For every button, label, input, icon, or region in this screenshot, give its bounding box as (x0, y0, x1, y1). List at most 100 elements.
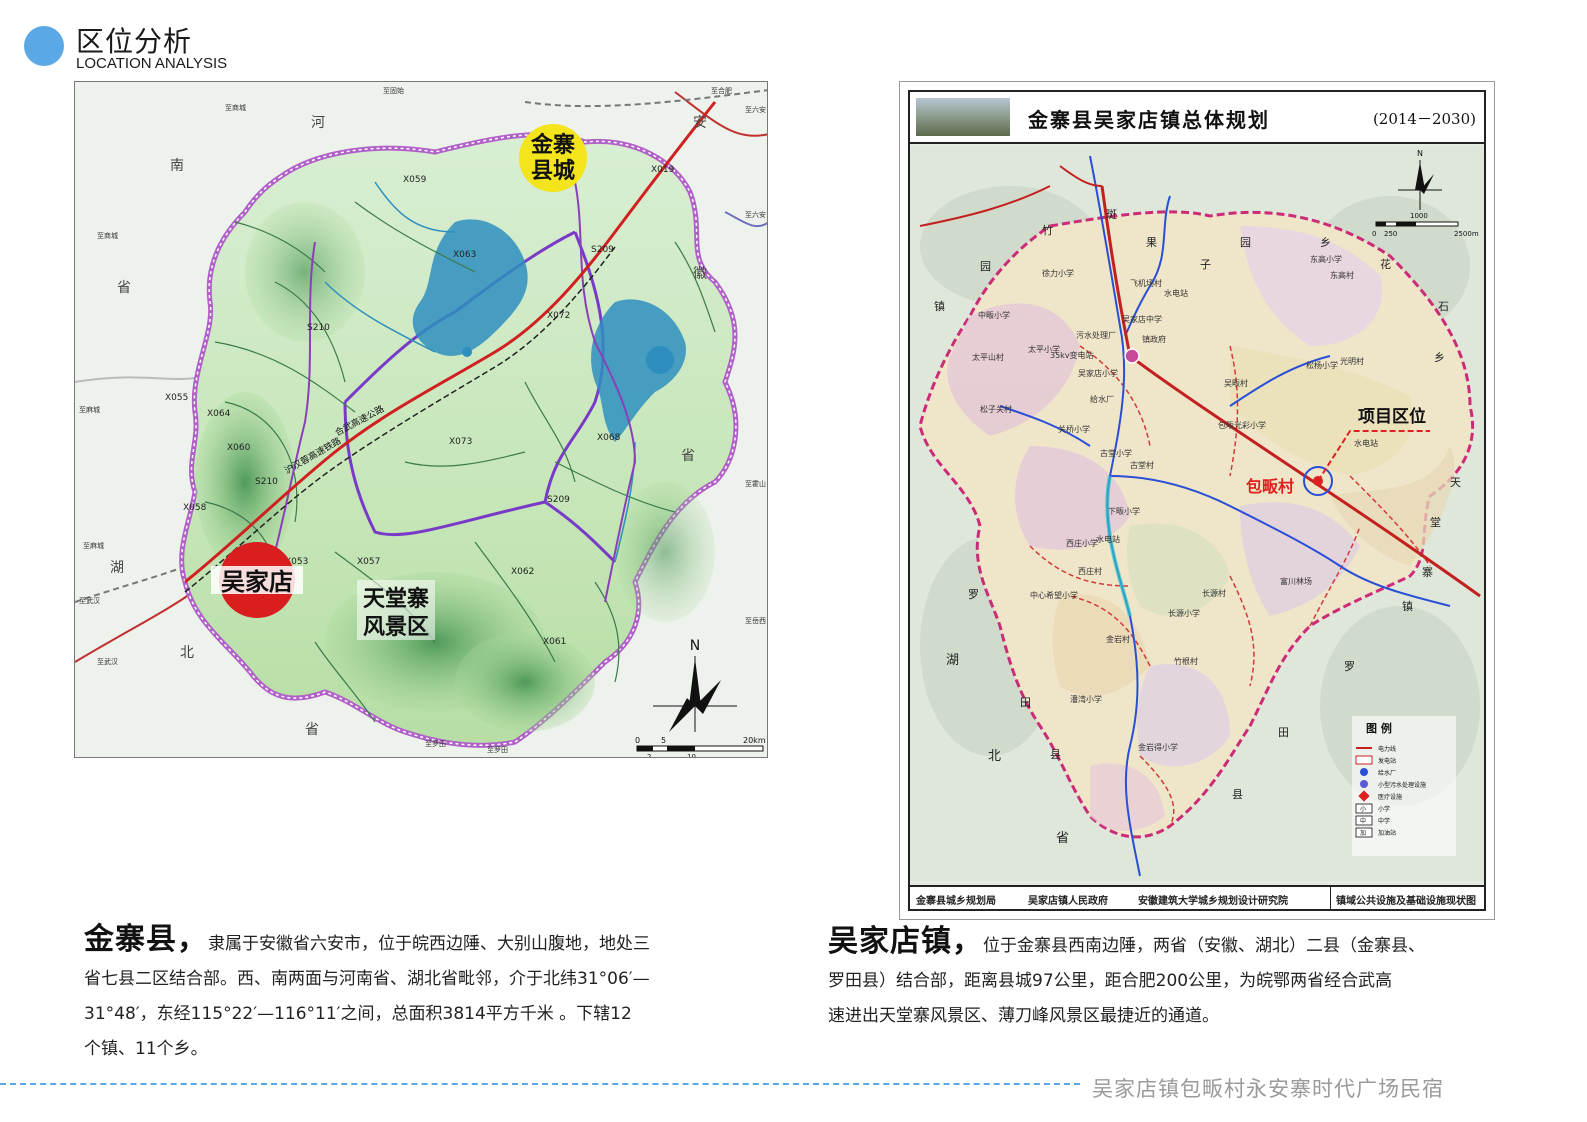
henan-label-1: 河 (311, 115, 325, 131)
place-label: 下畈小学 (1108, 506, 1140, 516)
place-label: 镇政府 (1142, 334, 1166, 344)
anhui-label-1: 安 (693, 115, 707, 131)
road-label: S210 (307, 323, 330, 333)
jinzhai-line: 个镇、11个乡。 (84, 1039, 208, 1059)
neighbor-label: 省 (1056, 831, 1069, 846)
edge-label: 至罗田 (487, 746, 508, 754)
place-label: 西庄小学 (1066, 538, 1098, 548)
road-label: X068 (597, 433, 621, 443)
henan-label-3: 省 (117, 280, 131, 296)
road-label: X058 (183, 503, 207, 513)
footer-divider (0, 1083, 1080, 1085)
town-plan-map-frame: 金寨县吴家店镇总体规划 (2014－2030) 项目区位 包畈村 斑 竹 园 果… (899, 81, 1495, 920)
county-seat-label-1: 金寨 (530, 132, 575, 158)
place-label: 中心希望小学 (1030, 590, 1078, 600)
legend-item: 发电站 (1378, 757, 1396, 765)
plan-title-photo (916, 98, 1010, 136)
jinzhai-line: 31°48′，东经115°22′—116°11′之间，总面积3814平方千米 。… (84, 1004, 632, 1024)
neighbor-label: 湖 (946, 653, 959, 668)
place-label: 长源村 (1202, 588, 1226, 598)
place-label: 吴畈村 (1224, 378, 1248, 388)
plan-title-bar: 金寨县吴家店镇总体规划 (2014－2030) (910, 92, 1484, 144)
place-label: 松杨小学 (1306, 360, 1338, 370)
legend-swatch-power-station (1355, 755, 1373, 765)
scale-sub-tick: 10 (687, 753, 696, 758)
plan-title: 金寨县吴家店镇总体规划 (1028, 108, 1270, 132)
place-label: 东高小学 (1310, 254, 1342, 264)
scale-tick: 0 (1372, 230, 1376, 238)
scale-tick: 0 (635, 736, 640, 745)
legend-swatch-water-plant (1360, 768, 1368, 776)
scale-tick: 250 (1384, 230, 1397, 238)
neighbor-label: 竹 (1042, 223, 1053, 237)
place-label: 35kv变电站 (1050, 350, 1094, 360)
map-legend: 图 例 电力线 发电站 给水厂 小型污水处理设施 医疗设施 小 小学 中 中学 … (1352, 716, 1456, 856)
legend-symbol: 中 (1360, 817, 1366, 825)
place-label: 长源小学 (1168, 608, 1200, 618)
reservoir-lake (646, 346, 674, 374)
header-dot-icon (24, 26, 64, 66)
wujiadian-line: 速进出天堂寨风景区、薄刀峰风景区最捷近的通道。 (828, 1006, 1219, 1026)
legend-item: 医疗设施 (1378, 793, 1402, 801)
edge-label: 至商城 (225, 103, 246, 112)
place-label: 吴家店小学 (1078, 368, 1118, 378)
neighbor-label: 罗 (1344, 660, 1355, 673)
town-plan-map: 金寨县吴家店镇总体规划 (2014－2030) 项目区位 包畈村 斑 竹 园 果… (908, 90, 1486, 911)
road-label: X073 (449, 437, 472, 447)
plan-footer-map-name: 镇域公共设施及基础设施现状图 (1336, 896, 1476, 907)
neighbor-label: 园 (1240, 236, 1251, 249)
legend-title: 图 例 (1366, 721, 1392, 735)
road-label: S209 (547, 495, 570, 505)
jinzhai-line: 隶属于安徽省六安市，位于皖西边陲、大别山腹地，地处三 (208, 934, 650, 954)
road-label: X060 (227, 443, 251, 453)
page-subtitle: LOCATION ANALYSIS (76, 55, 228, 72)
scale-sub-tick: 2 (647, 753, 651, 758)
edge-label: 至商城 (97, 231, 118, 240)
hubei-label-3: 省 (305, 722, 319, 738)
plan-years: (2014－2030) (1372, 110, 1476, 128)
county-map-svg: 河 南 省 湖 北 省 安 徽 省 S210 S209 X059 X063 X0… (75, 82, 767, 758)
legend-swatch-sewage (1360, 780, 1368, 788)
wujiadian-lead: 吴家店镇， (828, 924, 983, 959)
town-map-svg: 项目区位 包畈村 斑 竹 园 果 子 园 乡 花 石 乡 天 堂 寨 镇 罗 田… (910, 146, 1484, 881)
hubei-label-2: 北 (180, 645, 194, 661)
neighbor-label: 子 (1200, 258, 1211, 271)
neighbor-label: 县 (1232, 788, 1243, 801)
jinzhai-line: 省七县二区结合部。西、南两面与河南省、湖北省毗邻，介于北纬31°06′— (84, 969, 650, 989)
place-label: 竹根村 (1174, 656, 1198, 666)
legend-item: 小型污水处理设施 (1378, 781, 1426, 789)
neighbor-label: 乡 (1434, 351, 1445, 364)
plan-footer-org: 安徽建筑大学城乡规划设计研究院 (1138, 896, 1288, 907)
neighbor-label: 罗 (968, 588, 979, 601)
place-label: 徐力小学 (1042, 268, 1074, 278)
legend-item: 中学 (1378, 817, 1390, 825)
jinzhai-description: 金寨县，隶属于安徽省六安市，位于皖西边陲、大别山腹地，地处三 省七县二区结合部。… (84, 922, 764, 1067)
road-label: S210 (255, 477, 278, 487)
place-label: 古堂小学 (1100, 448, 1132, 458)
road-label: X057 (357, 557, 380, 567)
place-label: 太平山村 (972, 352, 1004, 362)
neighbor-label: 县 (1050, 748, 1061, 761)
place-label: 污水处理厂 (1076, 330, 1116, 340)
road-label: X061 (543, 637, 566, 647)
jinzhai-lead: 金寨县， (84, 922, 208, 957)
neighbor-label: 石 (1438, 300, 1449, 313)
place-label: 水电站 (1164, 288, 1188, 298)
town-center-marker (1124, 348, 1140, 364)
scale-tick: 20km (743, 736, 766, 745)
road-label: S209 (591, 245, 614, 255)
henan-label-2: 南 (170, 158, 184, 174)
edge-label: 至六安 (745, 210, 766, 219)
edge-label: 至岳西 (745, 617, 766, 625)
mountain-northwest (245, 202, 365, 342)
wujiadian-label: 吴家店 (221, 568, 293, 596)
plan-footer-divider (1330, 887, 1331, 909)
neighbor-label: 镇 (1402, 599, 1413, 613)
edge-label: 至武汉 (79, 596, 100, 605)
mountain-south (455, 632, 595, 732)
edge-label: 至武汉 (97, 657, 118, 666)
plan-footer: 金寨县城乡规划局 吴家店镇人民政府 安徽建筑大学城乡规划设计研究院 镇域公共设施… (910, 885, 1484, 909)
plan-footer-org: 吴家店镇人民政府 (1028, 896, 1108, 907)
north-arrow-label: N (690, 638, 700, 654)
road-label: X059 (403, 175, 427, 185)
